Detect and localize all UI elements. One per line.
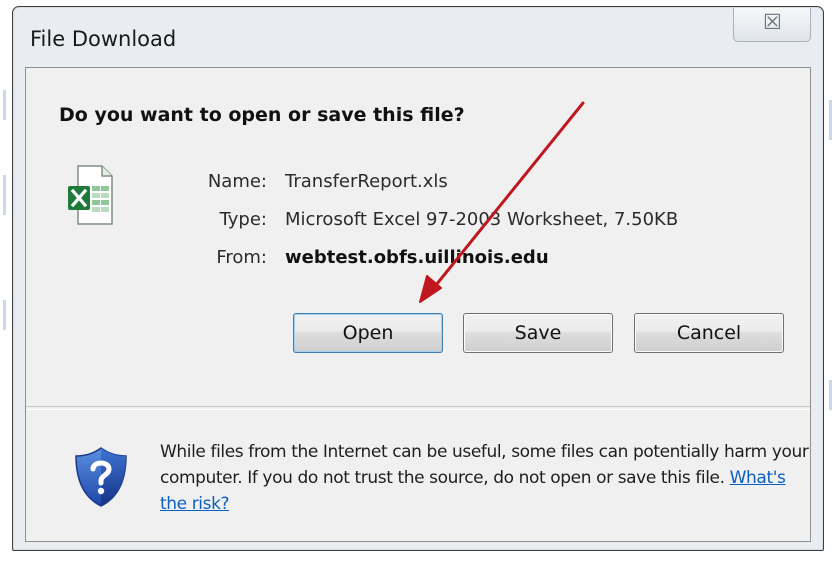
background-streak — [3, 300, 6, 330]
background-streak — [829, 100, 832, 140]
security-shield-question-icon — [75, 447, 127, 507]
section-divider — [26, 406, 810, 410]
open-button[interactable]: Open — [293, 313, 443, 353]
file-type: Microsoft Excel 97-2003 Worksheet, 7.50K… — [285, 209, 679, 230]
save-button[interactable]: Save — [463, 313, 613, 353]
warning-message: While files from the Internet can be use… — [160, 442, 809, 488]
security-warning: While files from the Internet can be use… — [160, 439, 810, 517]
cancel-button[interactable]: Cancel — [634, 313, 784, 353]
dialog-content: Do you want to open or save this file? N… — [25, 67, 811, 542]
name-label: Name: — [207, 171, 267, 192]
file-download-dialog: File Download ☒ Do you want to open or s… — [12, 6, 824, 551]
close-button[interactable]: ☒ — [733, 8, 811, 42]
background-streak — [829, 380, 832, 410]
excel-file-icon — [68, 165, 113, 225]
from-label: From: — [216, 247, 267, 268]
file-name: TransferReport.xls — [285, 171, 448, 192]
close-icon: ☒ — [763, 11, 782, 34]
type-label: Type: — [219, 209, 267, 230]
dialog-title: File Download — [30, 27, 177, 51]
background-streak — [3, 175, 6, 215]
file-source: webtest.obfs.uillinois.edu — [285, 247, 549, 268]
title-bar[interactable]: File Download ☒ — [13, 7, 823, 65]
background-streak — [3, 90, 6, 120]
dialog-question: Do you want to open or save this file? — [59, 104, 465, 126]
